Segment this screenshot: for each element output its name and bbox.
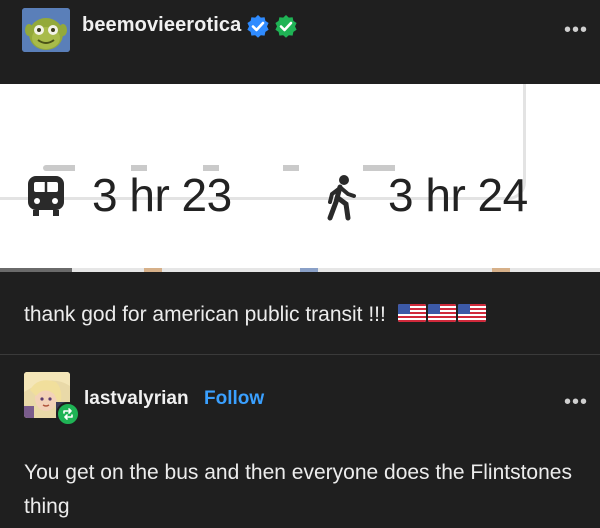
us-flag-icon	[397, 304, 426, 323]
reblogger-username[interactable]: lastvalyrian	[84, 388, 189, 410]
verified-green-badge-icon	[275, 15, 297, 38]
verified-blue-badge-icon	[247, 15, 269, 38]
reblog-menu-button[interactable]: •••	[564, 392, 588, 412]
post-menu-button[interactable]: •••	[564, 20, 588, 40]
reblog-divider	[0, 354, 600, 355]
author-avatar[interactable]	[22, 8, 70, 52]
author-username[interactable]: beemovieerotica	[82, 14, 241, 37]
reblog-icon	[63, 408, 73, 420]
avatar-image	[22, 8, 70, 52]
post-header: beemovieerotica •••	[0, 0, 600, 84]
transit-time: 3 hr 23	[92, 169, 232, 221]
train-icon	[28, 176, 64, 216]
us-flag-icon	[427, 304, 456, 323]
walking-person-icon	[327, 175, 356, 221]
reblog-badge	[56, 402, 80, 426]
post-caption: thank god for american public transit !!…	[24, 303, 486, 327]
follow-button[interactable]: Follow	[204, 388, 264, 410]
walk-time: 3 hr 24	[388, 169, 528, 221]
embedded-image: 3 hr 23 3 hr 24	[0, 84, 600, 272]
caption-text: thank god for american public transit !!…	[24, 303, 386, 326]
image-edge	[0, 268, 600, 272]
flag-emojis	[397, 304, 486, 323]
us-flag-icon	[457, 304, 486, 323]
reblog-text: You get on the bus and then everyone doe…	[24, 461, 572, 518]
